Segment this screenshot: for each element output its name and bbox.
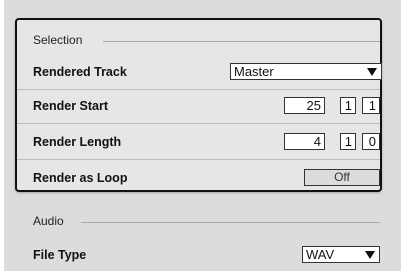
selection-section-divider xyxy=(103,41,380,42)
rendered-track-value: Master xyxy=(234,64,274,79)
row-divider xyxy=(17,123,380,124)
render-as-loop-toggle[interactable]: Off xyxy=(304,169,380,186)
render-length-sixteenths-field[interactable]: 0 xyxy=(362,133,380,150)
render-length-beats-field[interactable]: 1 xyxy=(340,133,356,150)
render-start-bars-field[interactable]: 25 xyxy=(284,97,325,114)
chevron-down-icon xyxy=(365,251,375,259)
rendered-track-dropdown[interactable]: Master xyxy=(230,63,382,80)
render-start-sixteenths-field[interactable]: 1 xyxy=(362,97,380,114)
render-start-beats-field[interactable]: 1 xyxy=(340,97,356,114)
rendered-track-label: Rendered Track xyxy=(33,65,127,79)
audio-section-divider xyxy=(81,222,380,223)
render-length-bars-field[interactable]: 4 xyxy=(284,133,325,150)
file-type-label: File Type xyxy=(33,248,87,262)
render-as-loop-label: Render as Loop xyxy=(33,171,128,185)
chevron-down-icon xyxy=(367,68,377,76)
row-divider xyxy=(17,159,380,160)
file-type-dropdown[interactable]: WAV xyxy=(302,246,380,263)
render-start-label: Render Start xyxy=(33,99,109,113)
audio-section-title: Audio xyxy=(33,214,64,228)
render-length-label: Render Length xyxy=(33,135,122,149)
selection-section-title: Selection xyxy=(33,33,83,47)
file-type-value: WAV xyxy=(306,247,335,262)
row-divider xyxy=(17,89,380,90)
